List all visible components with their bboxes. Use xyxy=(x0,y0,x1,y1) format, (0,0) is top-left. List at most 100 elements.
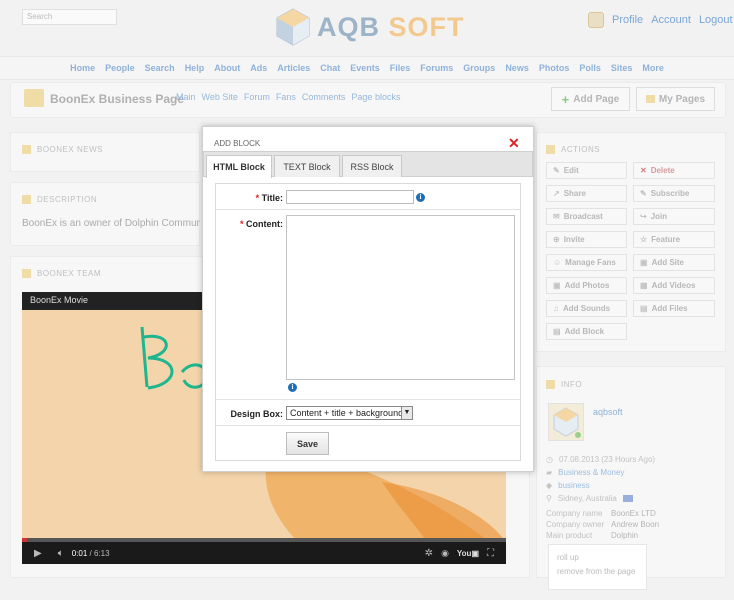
tab-text-block[interactable]: TEXT Block xyxy=(274,155,340,177)
submenu-page-blocks[interactable]: Page blocks xyxy=(351,92,400,102)
block-context-menu: roll up remove from the page xyxy=(548,544,647,590)
info-company-owner: Company owner Andrew Boon xyxy=(546,520,660,529)
content-textarea[interactable] xyxy=(286,215,515,380)
video-controls: ▶ 🔈︎ 0:01 / 6:13 ✲ ◉ You▣ ⛶ xyxy=(22,542,506,564)
nav-item-files[interactable]: Files xyxy=(390,63,411,73)
nav-item-sites[interactable]: Sites xyxy=(611,63,633,73)
remove-from-page-menu-item[interactable]: remove from the page xyxy=(557,565,638,579)
tab-rss-block[interactable]: RSS Block xyxy=(342,155,402,177)
content-label: * Content: xyxy=(239,219,283,229)
info-tags: ◆ business xyxy=(546,481,590,490)
title-label: * Title: xyxy=(255,193,283,203)
nav-item-people[interactable]: People xyxy=(105,63,135,73)
submenu-comments[interactable]: Comments xyxy=(302,92,346,102)
volume-icon[interactable]: 🔈︎ xyxy=(58,548,64,559)
form-divider xyxy=(216,399,520,400)
join-button[interactable]: ↪ Join xyxy=(633,208,715,225)
logo-text: AQB SOFT xyxy=(317,11,465,42)
fullscreen-icon[interactable]: ⛶ xyxy=(487,548,494,559)
nav-item-articles[interactable]: Articles xyxy=(277,63,310,73)
owner-name-link[interactable]: aqbsoft xyxy=(593,407,623,417)
edit-icon: ✎ xyxy=(553,166,560,175)
design-box-select[interactable]: Content + title + background xyxy=(286,406,413,420)
submenu-main[interactable]: Main xyxy=(176,92,196,102)
block-icon: ▤ xyxy=(553,327,561,336)
account-links: Profile Account Logout xyxy=(588,12,733,28)
watch-later-icon[interactable]: ◉ xyxy=(441,548,449,559)
owner-avatar[interactable] xyxy=(548,403,584,441)
clock-icon: ◷ xyxy=(546,455,553,464)
site-logo[interactable]: AQB SOFT xyxy=(275,6,465,48)
broadcast-button[interactable]: ✉ Broadcast xyxy=(546,208,627,225)
user-avatar[interactable] xyxy=(588,12,604,28)
nav-item-more[interactable]: More xyxy=(642,63,664,73)
join-icon: ↪ xyxy=(640,212,647,221)
nav-item-about[interactable]: About xyxy=(214,63,240,73)
film-icon: ▦ xyxy=(640,281,648,290)
add-photos-button[interactable]: ▣ Add Photos xyxy=(546,277,627,294)
design-box-label: Design Box: xyxy=(230,409,283,419)
submenu-website[interactable]: Web Site xyxy=(202,92,238,102)
my-pages-button[interactable]: My Pages xyxy=(636,87,715,111)
content-info-icon[interactable]: i xyxy=(288,383,297,392)
nav-item-polls[interactable]: Polls xyxy=(579,63,601,73)
tab-html-block[interactable]: HTML Block xyxy=(206,155,272,178)
location-pin-icon: ⚲ xyxy=(546,494,552,503)
add-sounds-button[interactable]: ♫ Add Sounds xyxy=(546,300,627,317)
main-nav: Home People Search Help About Ads Articl… xyxy=(0,56,734,80)
tag-icon: ◆ xyxy=(546,481,553,490)
star-icon: ☆ xyxy=(640,235,648,244)
form-divider xyxy=(216,209,520,210)
add-videos-button[interactable]: ▦ Add Videos xyxy=(633,277,715,294)
form-divider xyxy=(216,425,520,426)
invite-button[interactable]: ⊕ Invite xyxy=(546,231,627,248)
feature-button[interactable]: ☆ Feature xyxy=(633,231,715,248)
users-icon: ☺ xyxy=(553,258,562,267)
save-button[interactable]: Save xyxy=(286,432,329,455)
chevron-down-icon[interactable]: ▼ xyxy=(401,406,413,420)
block-icon xyxy=(22,145,31,154)
page-title: BoonEx Business Page xyxy=(50,92,185,106)
edit-button[interactable]: ✎ Edit xyxy=(546,162,627,179)
share-icon: ↗ xyxy=(553,189,560,198)
subscribe-icon: ✎ xyxy=(640,189,647,198)
nav-item-events[interactable]: Events xyxy=(350,63,380,73)
roll-up-menu-item[interactable]: roll up xyxy=(557,551,638,565)
settings-icon[interactable]: ✲ xyxy=(425,548,433,559)
nav-item-ads[interactable]: Ads xyxy=(250,63,267,73)
delete-button[interactable]: ✕ Delete xyxy=(633,162,715,179)
add-files-button[interactable]: ▤ Add Files xyxy=(633,300,715,317)
play-icon[interactable]: ▶ xyxy=(34,548,42,559)
add-site-button[interactable]: ▣ Add Site xyxy=(633,254,715,271)
nav-item-groups[interactable]: Groups xyxy=(463,63,495,73)
nav-item-chat[interactable]: Chat xyxy=(320,63,340,73)
close-icon[interactable]: ✕ xyxy=(508,135,520,152)
title-info-icon[interactable]: i xyxy=(416,193,425,202)
nav-item-forums[interactable]: Forums xyxy=(420,63,453,73)
nav-item-news[interactable]: News xyxy=(505,63,529,73)
plus-icon: + xyxy=(561,91,570,107)
add-block-button[interactable]: ▤ Add Block xyxy=(546,323,627,340)
news-block-title: BOONEX NEWS xyxy=(22,145,103,154)
info-date: ◷ 07.08.2013 (23 Hours Ago) xyxy=(546,455,656,464)
submenu-forum[interactable]: Forum xyxy=(244,92,270,102)
search-input[interactable]: Search xyxy=(22,9,117,25)
account-link[interactable]: Account xyxy=(651,14,691,26)
description-block xyxy=(10,182,200,246)
nav-item-photos[interactable]: Photos xyxy=(539,63,570,73)
block-icon xyxy=(546,380,555,389)
manage-fans-button[interactable]: ☺ Manage Fans xyxy=(546,254,627,271)
nav-item-help[interactable]: Help xyxy=(185,63,205,73)
mail-icon: ✉ xyxy=(553,212,560,221)
youtube-logo-icon[interactable]: You▣ xyxy=(457,549,479,558)
logout-link[interactable]: Logout xyxy=(699,14,733,26)
description-block-title: DESCRIPTION xyxy=(22,195,97,204)
share-button[interactable]: ↗ Share xyxy=(546,185,627,202)
nav-item-home[interactable]: Home xyxy=(70,63,95,73)
title-input[interactable] xyxy=(286,190,414,204)
nav-item-search[interactable]: Search xyxy=(145,63,175,73)
submenu-fans[interactable]: Fans xyxy=(276,92,296,102)
profile-link[interactable]: Profile xyxy=(612,14,643,26)
add-page-button[interactable]: + Add Page xyxy=(551,87,630,111)
subscribe-button[interactable]: ✎ Subscribe xyxy=(633,185,715,202)
